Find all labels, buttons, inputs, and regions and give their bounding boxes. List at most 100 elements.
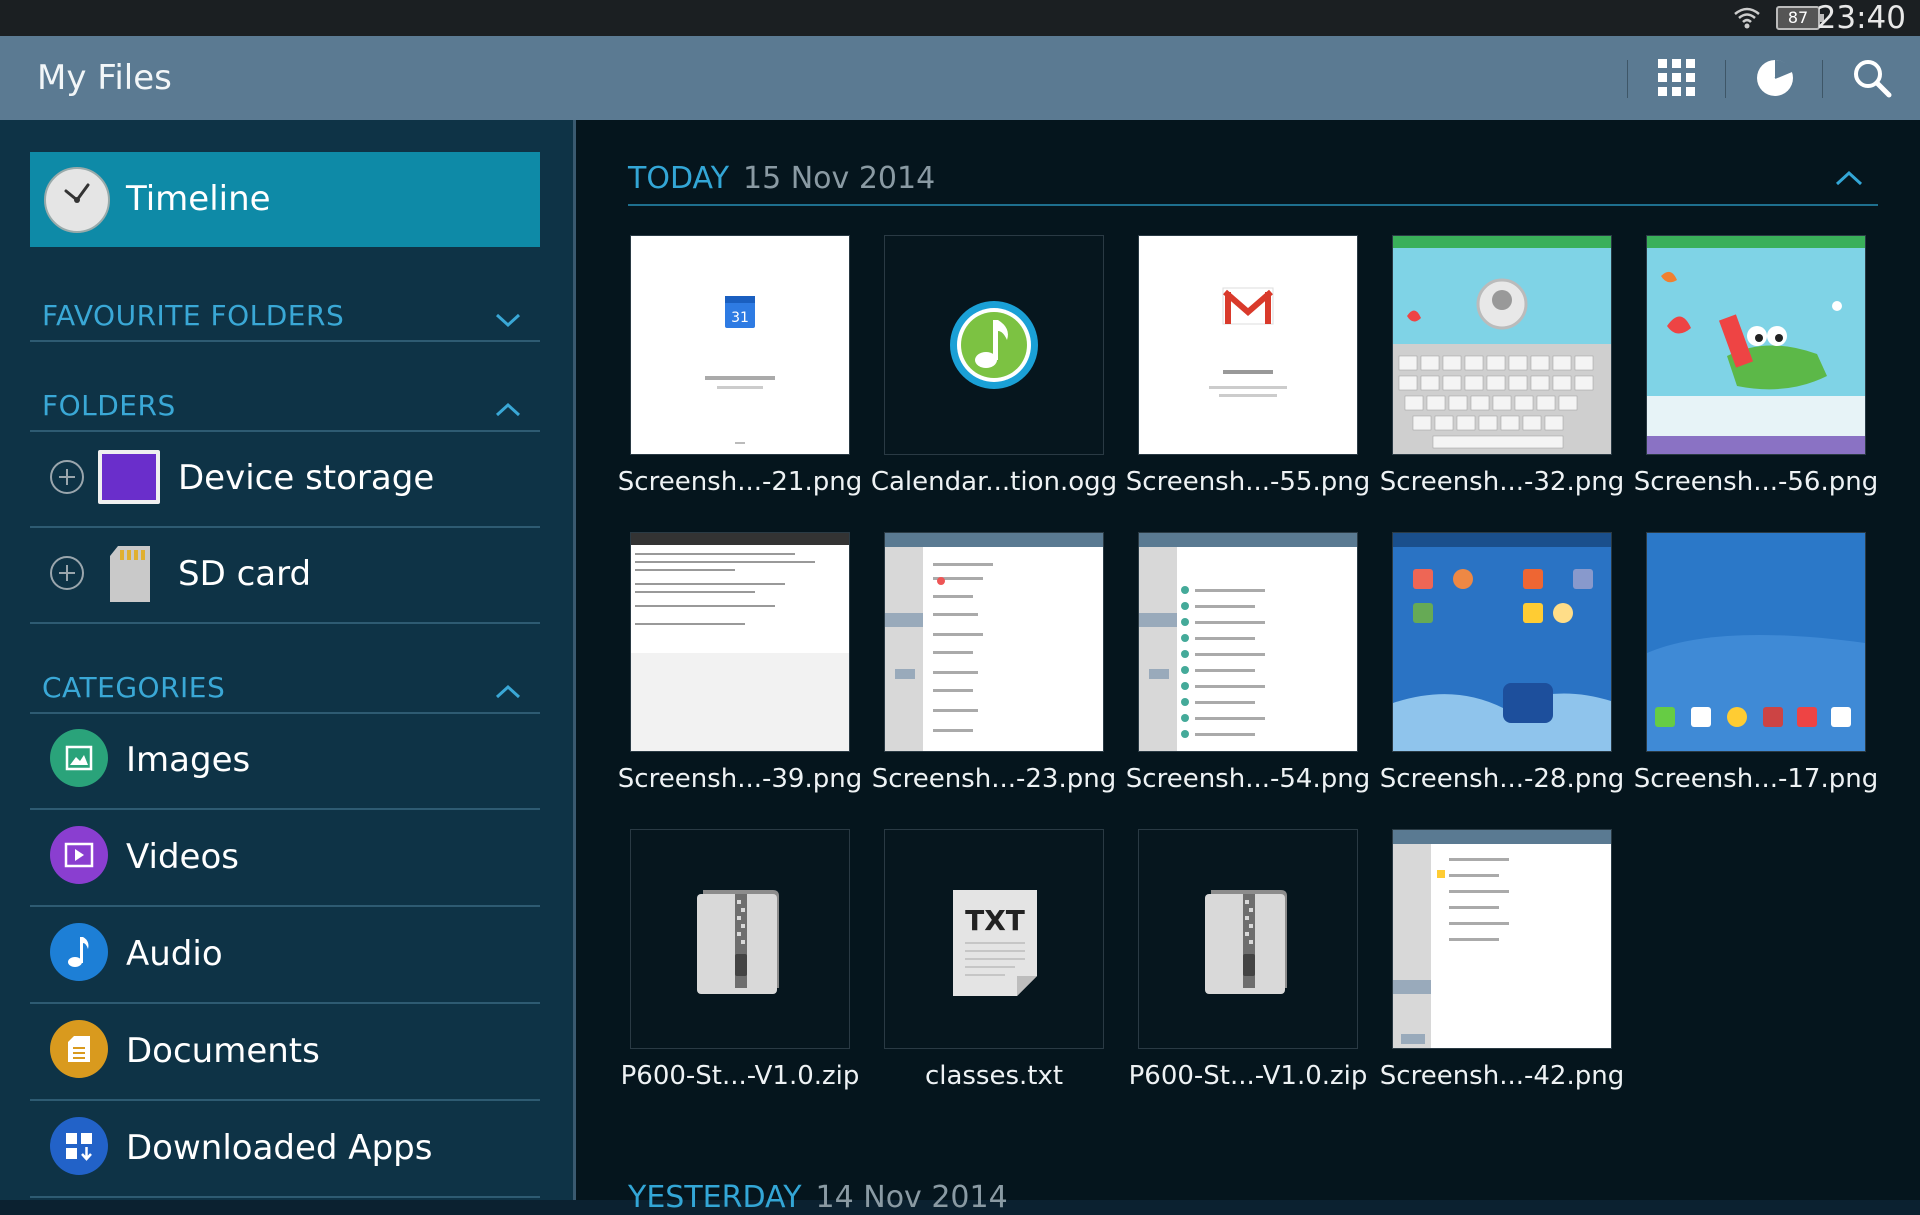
- chevron-up-icon: [1835, 170, 1863, 186]
- sidebar-item-label: Downloaded Apps: [126, 1128, 433, 1168]
- sidebar: Timeline FAVOURITE FOLDERS FOLDERS Devic…: [0, 120, 573, 1200]
- favourite-folders-header[interactable]: FAVOURITE FOLDERS: [30, 290, 540, 342]
- file-tile[interactable]: Screensh...-28.png: [1380, 532, 1624, 794]
- home-screenshot-image: [1393, 533, 1611, 751]
- settings-screenshot-thumbnail: [884, 532, 1104, 752]
- audio-file-icon: [950, 301, 1038, 389]
- file-tile[interactable]: Screensh...-56.png: [1634, 235, 1878, 497]
- pie-chart-icon: [1757, 59, 1793, 96]
- sidebar-item-label: Device storage: [178, 458, 435, 498]
- sidebar-item-videos[interactable]: Videos: [30, 809, 540, 907]
- file-tile[interactable]: Screensh...-32.png: [1380, 235, 1624, 497]
- file-name: Screensh...-32.png: [1379, 467, 1625, 497]
- status-bar: 87 23:40: [0, 0, 1920, 36]
- file-tile[interactable]: Calendar...tion.ogg: [871, 235, 1117, 497]
- search-button[interactable]: [1840, 46, 1904, 110]
- sd-card-icon: [110, 546, 150, 602]
- chevron-down-icon: [495, 313, 521, 328]
- sidebar-item-timeline[interactable]: Timeline: [30, 152, 540, 247]
- file-tile[interactable]: Screensh...-55.png: [1126, 235, 1370, 497]
- sidebar-item-label: Audio: [126, 934, 223, 974]
- settings-screenshot-image: [1393, 830, 1611, 1048]
- keyboard-screenshot-image: [1393, 236, 1611, 454]
- sidebar-item-device-storage[interactable]: Device storage: [30, 430, 540, 528]
- zip-file-thumbnail: [1138, 829, 1358, 1049]
- sidebar-item-audio[interactable]: Audio: [30, 906, 540, 1004]
- file-name: Screensh...-21.png: [617, 467, 863, 497]
- gmail-icon: [1209, 287, 1287, 397]
- folders-header[interactable]: FOLDERS: [30, 380, 540, 432]
- file-tile[interactable]: Screensh...-17.png: [1634, 532, 1878, 794]
- section-title: CATEGORIES: [42, 671, 226, 704]
- image-icon: [50, 729, 108, 787]
- timeline-pane: TODAY 15 Nov 2014 31 Screensh...-21.png: [576, 120, 1920, 1215]
- home-screenshot-thumbnail: [1646, 532, 1866, 752]
- text-screenshot-thumbnail: [630, 532, 850, 752]
- sidebar-item-label: Videos: [126, 837, 239, 877]
- add-favourite-icon[interactable]: [50, 460, 84, 494]
- sidebar-item-downloaded-apps[interactable]: Downloaded Apps: [30, 1100, 540, 1198]
- home-screenshot-thumbnail: [1392, 532, 1612, 752]
- sidebar-item-documents[interactable]: Documents: [30, 1003, 540, 1101]
- divider: [1627, 60, 1628, 98]
- section-title: FOLDERS: [42, 389, 176, 422]
- date-group-date: 15 Nov 2014: [743, 161, 936, 196]
- clock-icon: [44, 167, 110, 233]
- file-name: Screensh...-42.png: [1379, 1061, 1625, 1091]
- txt-file-icon: TXT: [953, 890, 1037, 996]
- date-group-today[interactable]: TODAY 15 Nov 2014: [628, 150, 1878, 206]
- text-screenshot-image: [631, 533, 849, 751]
- file-tile[interactable]: 31 Screensh...-21.png: [618, 235, 862, 497]
- settings-screenshot-thumbnail: [1392, 829, 1612, 1049]
- grid-icon: [1658, 59, 1695, 96]
- categories-header[interactable]: CATEGORIES: [30, 662, 540, 714]
- sidebar-item-images[interactable]: Images: [30, 712, 540, 810]
- home-screenshot-image: [1647, 533, 1865, 751]
- file-tile[interactable]: TXT classes.txt: [884, 829, 1104, 1091]
- file-name: Screensh...-54.png: [1125, 764, 1371, 794]
- sidebar-item-label: Documents: [126, 1031, 320, 1071]
- file-tile[interactable]: Screensh...-39.png: [618, 532, 862, 794]
- add-favourite-icon[interactable]: [50, 556, 84, 590]
- sidebar-item-label: SD card: [178, 554, 312, 594]
- document-icon: [50, 1020, 108, 1078]
- video-icon: [50, 826, 108, 884]
- battery-level: 87: [1787, 8, 1809, 27]
- section-title: FAVOURITE FOLDERS: [42, 299, 345, 332]
- file-tile[interactable]: P600-St...-V1.0.zip: [621, 829, 859, 1091]
- file-name: Calendar...tion.ogg: [870, 467, 1118, 497]
- settings-screenshot-thumbnail: [1138, 532, 1358, 752]
- file-tile[interactable]: Screensh...-42.png: [1380, 829, 1624, 1091]
- zip-file-icon: [697, 890, 779, 994]
- status-time: 23:40: [1816, 0, 1906, 36]
- zip-file-thumbnail: [630, 829, 850, 1049]
- date-group-title: YESTERDAY: [628, 1180, 802, 1215]
- file-name: Screensh...-17.png: [1633, 764, 1879, 794]
- file-name: Screensh...-28.png: [1379, 764, 1625, 794]
- date-group-yesterday[interactable]: YESTERDAY 14 Nov 2014: [628, 1180, 1008, 1215]
- txt-file-thumbnail: TXT: [884, 829, 1104, 1049]
- storage-usage-button[interactable]: [1743, 46, 1807, 110]
- view-grid-button[interactable]: [1645, 46, 1709, 110]
- svg-text:31: 31: [731, 310, 749, 326]
- kids-screenshot-image: [1647, 236, 1865, 454]
- file-tile[interactable]: Screensh...-54.png: [1126, 532, 1370, 794]
- date-group-date: 14 Nov 2014: [815, 1180, 1008, 1215]
- file-name: Screensh...-55.png: [1125, 467, 1371, 497]
- battery-icon: 87: [1776, 6, 1824, 30]
- calendar-screenshot-thumbnail: 31: [630, 235, 850, 455]
- wifi-icon: [1734, 7, 1760, 29]
- music-note-icon: [50, 923, 108, 981]
- file-name: P600-St...-V1.0.zip: [620, 1061, 860, 1091]
- device-storage-icon: [98, 450, 160, 504]
- file-name: Screensh...-23.png: [871, 764, 1117, 794]
- app-bar: My Files: [0, 36, 1920, 120]
- file-name: classes.txt: [924, 1061, 1064, 1091]
- gmail-screenshot-thumbnail: [1138, 235, 1358, 455]
- search-icon: [1854, 60, 1892, 98]
- sidebar-item-sd-card[interactable]: SD card: [30, 526, 540, 624]
- file-tile[interactable]: P600-St...-V1.0.zip: [1129, 829, 1367, 1091]
- file-tile[interactable]: Screensh...-23.png: [872, 532, 1116, 794]
- download-apps-icon: [50, 1117, 108, 1175]
- calendar-icon: 31: [705, 296, 775, 444]
